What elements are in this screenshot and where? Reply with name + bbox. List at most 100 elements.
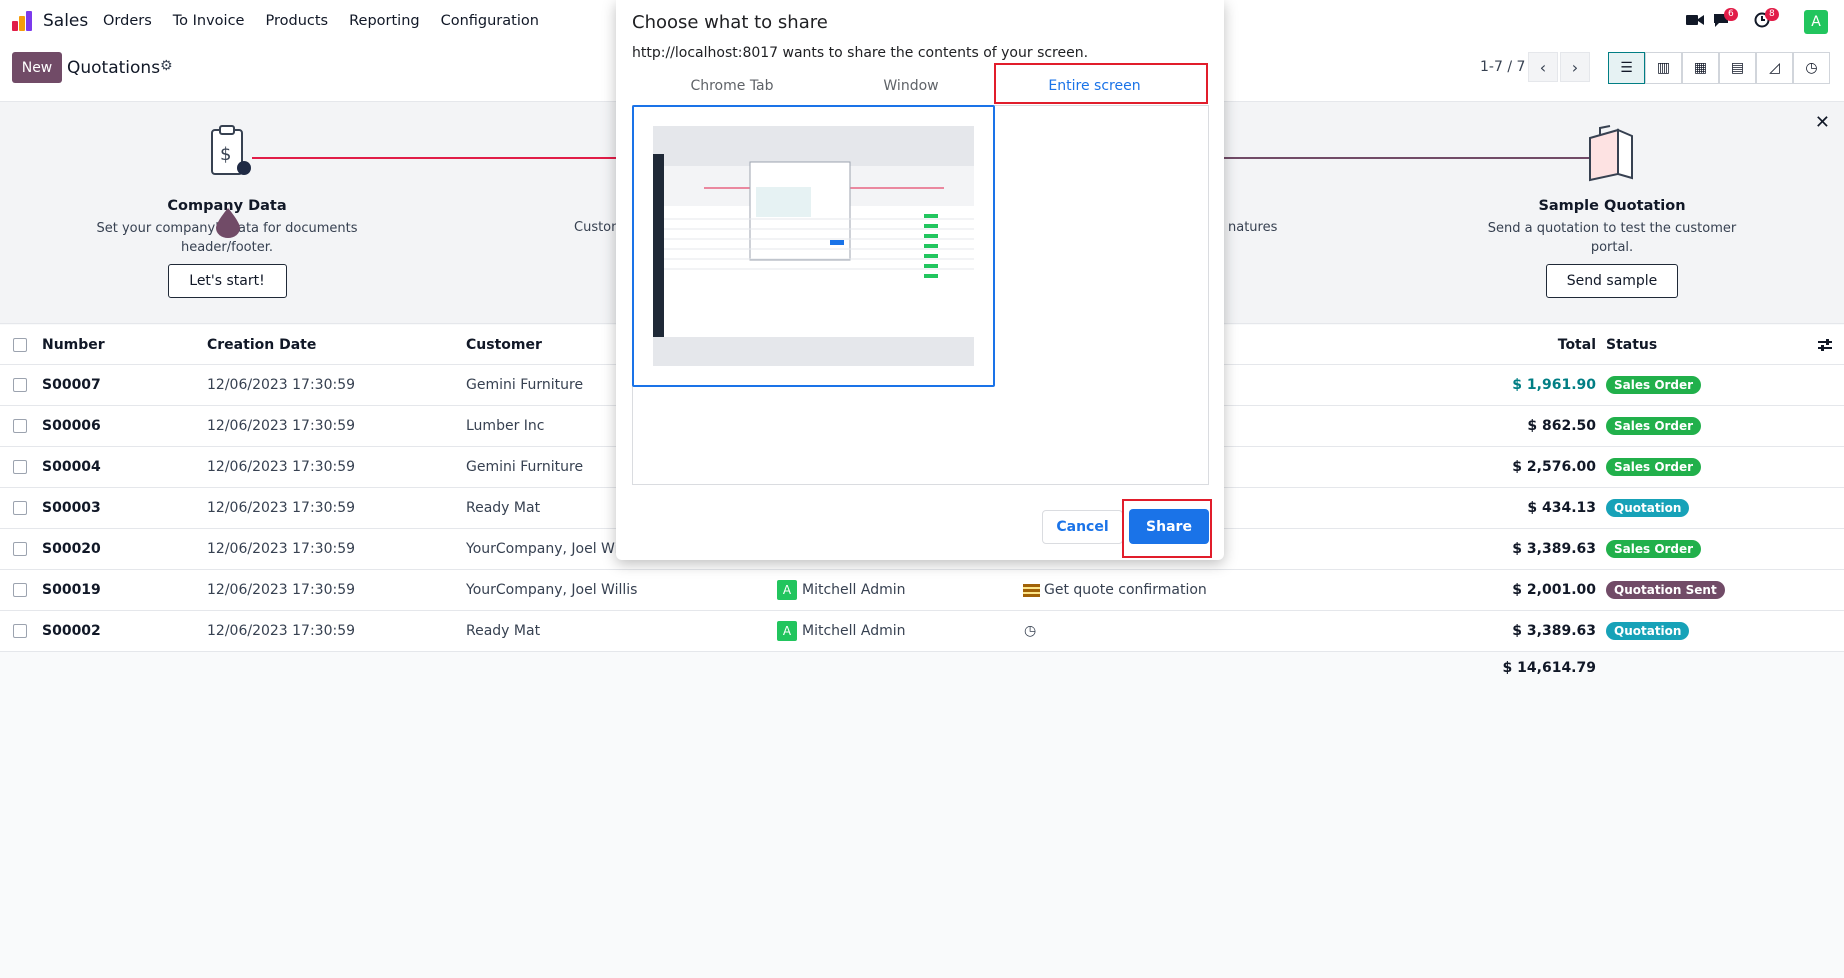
status-badge: Sales Order: [1606, 417, 1702, 435]
column-status[interactable]: Status: [1606, 325, 1657, 364]
salesperson-name: Mitchell Admin: [802, 582, 906, 598]
order-number: S00007: [42, 377, 101, 393]
row-checkbox[interactable]: [13, 624, 27, 638]
close-icon[interactable]: ✕: [1815, 112, 1830, 133]
salesperson[interactable]: A Mitchell Admin: [777, 570, 906, 610]
lets-start-button[interactable]: Let's start!: [167, 264, 287, 298]
step-sample-quotation: Sample Quotation Send a quotation to tes…: [1487, 198, 1737, 298]
main-menu: Orders To Invoice Products Reporting Con…: [103, 13, 560, 29]
kanban-view-icon[interactable]: ▥: [1645, 52, 1682, 84]
row-checkbox[interactable]: [13, 542, 27, 556]
row-checkbox[interactable]: [13, 460, 27, 474]
creation-date: 12/06/2023 17:30:59: [207, 418, 356, 434]
status-badge: Quotation: [1606, 499, 1690, 517]
customer-name: Gemini Furniture: [466, 459, 584, 475]
order-total: $ 1,961.90: [1512, 377, 1596, 393]
customer-name: Gemini Furniture: [466, 377, 584, 393]
pager-next-button[interactable]: ›: [1560, 52, 1590, 82]
order-number: S00004: [42, 459, 101, 475]
creation-date: 12/06/2023 17:30:59: [207, 582, 356, 598]
row-checkbox[interactable]: [13, 419, 27, 433]
screen-share-dialog: Choose what to share http://localhost:80…: [616, 0, 1224, 560]
step-description: Send a quotation to test the customer po…: [1487, 221, 1737, 255]
status-badge-wrap: Quotation: [1606, 611, 1690, 651]
order-total: $ 2,001.00: [1512, 582, 1596, 598]
row-checkbox[interactable]: [13, 583, 27, 597]
order-total: $ 3,389.63: [1512, 623, 1596, 639]
order-number: S00020: [42, 541, 101, 557]
pager-previous-button[interactable]: ‹: [1528, 52, 1558, 82]
status-badge-wrap: Sales Order: [1606, 529, 1702, 569]
column-total[interactable]: Total: [1500, 325, 1596, 364]
status-badge: Sales Order: [1606, 376, 1702, 394]
activity-summary: Get quote confirmation: [1044, 582, 1207, 598]
menu-to-invoice[interactable]: To Invoice: [173, 13, 245, 29]
menu-reporting[interactable]: Reporting: [349, 13, 420, 29]
status-badge: Sales Order: [1606, 540, 1702, 558]
new-button[interactable]: New: [12, 52, 62, 83]
status-badge-wrap: Sales Order: [1606, 447, 1702, 487]
status-badge: Quotation: [1606, 622, 1690, 640]
activity-view-icon[interactable]: ◷: [1793, 52, 1830, 84]
salesperson-name: Mitchell Admin: [802, 623, 906, 639]
sample-quotation-icon: [1584, 124, 1638, 188]
creation-date: 12/06/2023 17:30:59: [207, 459, 356, 475]
sales-app-icon[interactable]: [12, 11, 34, 31]
progress-line-left: [252, 157, 622, 159]
table-row[interactable]: S00002 12/06/2023 17:30:59 Ready Mat A Mitch…: [0, 611, 1844, 652]
status-badge-wrap: Quotation: [1606, 488, 1690, 528]
order-total: $ 3,389.63: [1512, 541, 1596, 557]
graph-view-icon[interactable]: ◿: [1756, 52, 1793, 84]
calendar-view-icon[interactable]: ▦: [1682, 52, 1719, 84]
screen-preview-image: [653, 126, 974, 366]
entire-screen-thumbnail[interactable]: [632, 105, 995, 387]
pager-value[interactable]: 1-7 / 7: [1480, 59, 1525, 75]
column-number[interactable]: Number: [42, 325, 105, 364]
list-view-icon[interactable]: ☰: [1608, 52, 1645, 84]
partial-text: natures: [1228, 220, 1278, 235]
order-number: S00002: [42, 623, 101, 639]
user-avatar[interactable]: A: [1804, 10, 1828, 34]
column-customer[interactable]: Customer: [466, 325, 542, 364]
activity[interactable]: Get quote confirmation: [1023, 570, 1207, 610]
step-title: Sample Quotation: [1538, 198, 1686, 214]
customer-name: YourCompany, Joel Willis: [466, 541, 638, 557]
salesperson-avatar: A: [777, 621, 797, 641]
creation-date: 12/06/2023 17:30:59: [207, 541, 356, 557]
customer-name: Lumber Inc: [466, 418, 545, 434]
cancel-button[interactable]: Cancel: [1042, 510, 1123, 544]
customer-name: Ready Mat: [466, 500, 541, 516]
row-checkbox[interactable]: [13, 378, 27, 392]
tab-chrome-tab[interactable]: Chrome Tab: [642, 78, 822, 94]
video-call-icon[interactable]: [1686, 12, 1704, 32]
column-creation-date[interactable]: Creation Date: [207, 325, 316, 364]
menu-products[interactable]: Products: [265, 13, 328, 29]
chat-icon[interactable]: 6: [1712, 8, 1738, 33]
optional-columns-icon[interactable]: [1817, 325, 1833, 364]
tab-window[interactable]: Window: [821, 78, 1001, 94]
send-sample-button[interactable]: Send sample: [1546, 264, 1678, 298]
activity-list-icon: [1023, 583, 1040, 597]
menu-orders[interactable]: Orders: [103, 13, 152, 29]
page-title[interactable]: Quotations: [67, 58, 160, 78]
pivot-view-icon[interactable]: ▤: [1719, 52, 1756, 84]
activity-clock-icon[interactable]: 8: [1754, 8, 1779, 33]
activity-clock-icon[interactable]: ◷: [1024, 611, 1036, 651]
highlight-box: [1122, 499, 1212, 558]
order-total: $ 2,576.00: [1512, 459, 1596, 475]
creation-date: 12/06/2023 17:30:59: [207, 377, 356, 393]
row-checkbox[interactable]: [13, 501, 27, 515]
app-name[interactable]: Sales: [43, 11, 88, 31]
select-all-checkbox[interactable]: [13, 338, 27, 352]
gear-icon[interactable]: ⚙: [160, 58, 173, 74]
table-row[interactable]: S00019 12/06/2023 17:30:59 YourCompany, Jo…: [0, 570, 1844, 611]
salesperson[interactable]: A Mitchell Admin: [777, 611, 906, 651]
order-number: S00006: [42, 418, 101, 434]
menu-configuration[interactable]: Configuration: [441, 13, 539, 29]
status-badge-wrap: Quotation Sent: [1606, 570, 1725, 610]
chat-badge: 6: [1724, 8, 1738, 21]
highlight-box: [994, 63, 1208, 104]
status-badge: Quotation Sent: [1606, 581, 1725, 599]
order-total: $ 862.50: [1527, 418, 1596, 434]
drop-marker-icon: [216, 208, 240, 238]
